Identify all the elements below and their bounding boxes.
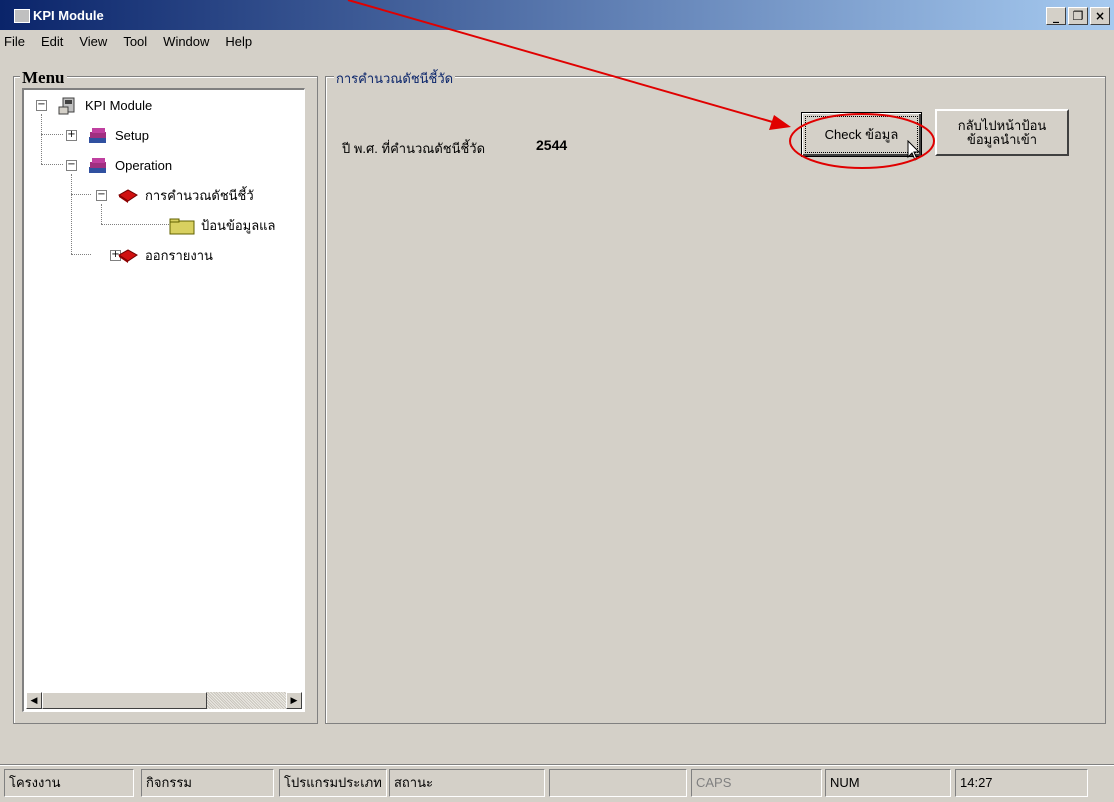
- status-panel-empty: [549, 769, 687, 797]
- status-panel-project: โครงงาน: [4, 769, 134, 797]
- status-panel-state: สถานะ: [389, 769, 545, 797]
- annotation-overlay: [347, 0, 935, 169]
- status-panel-activity: กิจกรรม: [141, 769, 274, 797]
- status-panel-caps: CAPS: [691, 769, 822, 797]
- status-bar: โครงงาน กิจกรรม โปรแกรมประเภท สถานะ CAPS…: [0, 766, 1114, 802]
- application-window: KPI Module _ ❐ × File Edit View Tool Win…: [0, 0, 1114, 802]
- status-panel-num: NUM: [825, 769, 951, 797]
- status-panel-clock: 14:27: [955, 769, 1088, 797]
- status-panel-program-type: โปรแกรมประเภท: [279, 769, 387, 797]
